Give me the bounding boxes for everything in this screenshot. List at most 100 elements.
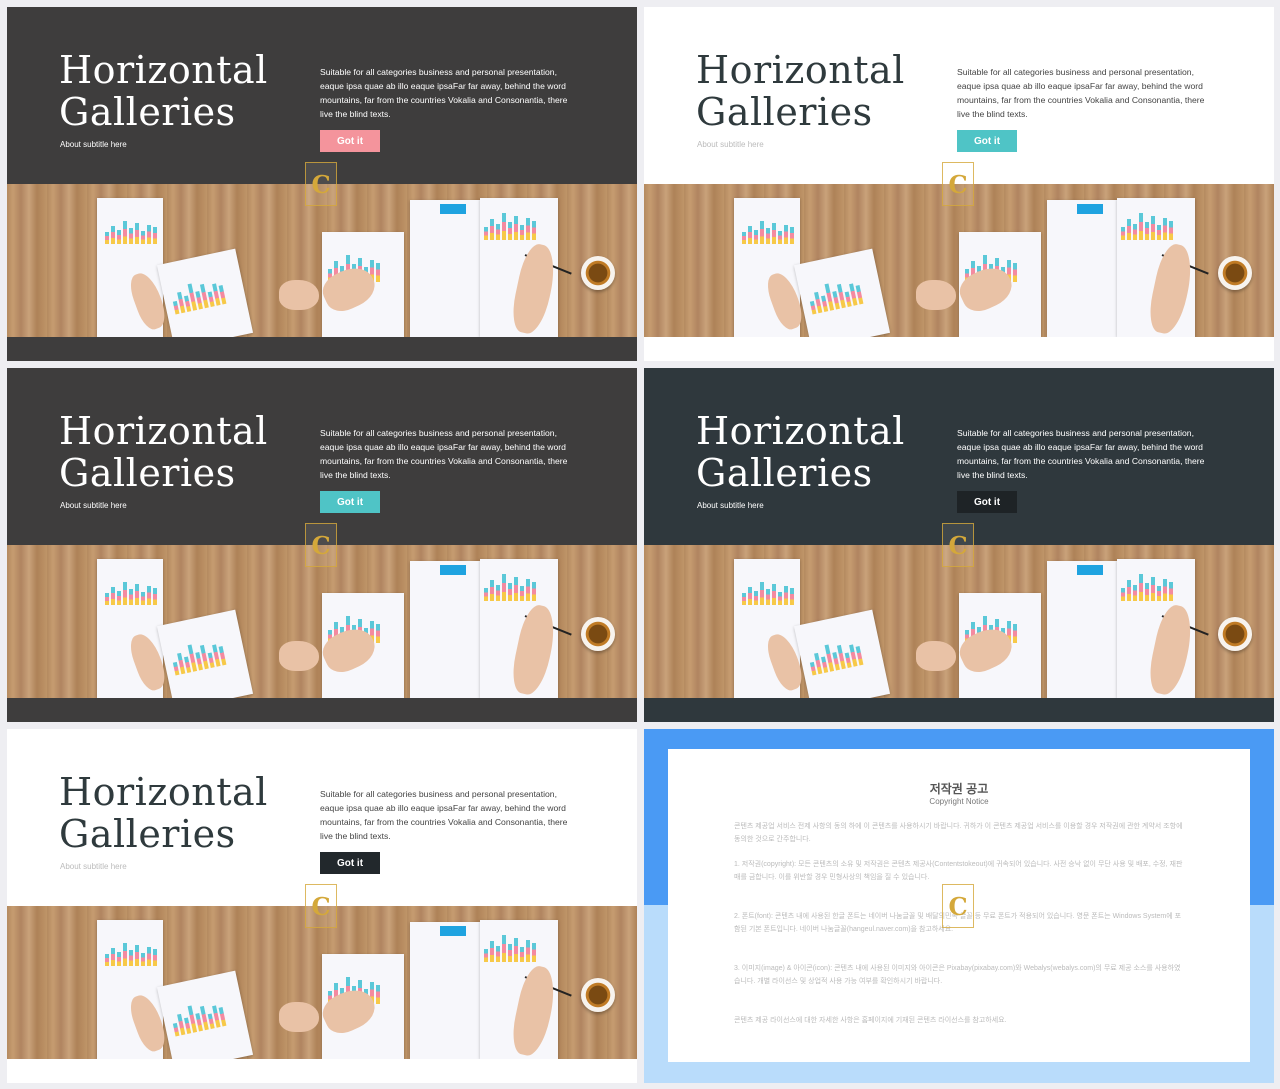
paper-bar — [1163, 217, 1167, 240]
paper-bar-chart — [484, 932, 536, 962]
paper-bar-chart — [484, 210, 536, 240]
paper-bar-chart — [105, 579, 157, 605]
slide-3[interactable]: Horizontal Galleries About subtitle here… — [7, 368, 637, 722]
slide-title-line1: Horizontal — [59, 48, 268, 92]
slide-title-line1: Horizontal — [59, 770, 268, 814]
gallery-photo — [644, 184, 1274, 337]
watermark-logo-icon: C — [305, 884, 337, 928]
paper-bar-chart — [742, 579, 794, 605]
paper-bar — [532, 942, 536, 962]
paper-bar — [376, 623, 380, 643]
paper-bar-chart — [1121, 571, 1173, 601]
paper-bar — [772, 584, 776, 605]
slide-title-line2: Galleries — [59, 451, 236, 495]
paper-bar — [153, 227, 157, 244]
slide-title-line2: Galleries — [59, 812, 236, 856]
paper-bar — [532, 220, 536, 240]
notice-paragraph-intro: 콘텐츠 제공업 서비스 전제 사항의 동의 하에 이 콘텐츠를 사용하시기 바랍… — [734, 823, 1183, 843]
hand-fist — [916, 641, 956, 671]
paper-bar — [111, 225, 115, 244]
paper-bar — [111, 586, 115, 605]
paper-bar — [778, 592, 782, 605]
paper-bar — [502, 213, 506, 240]
paper-bar — [502, 574, 506, 601]
slide-title: Horizontal Galleries — [696, 410, 905, 494]
paper-bar — [484, 948, 488, 962]
slide-subtitle: About subtitle here — [697, 140, 764, 149]
paper-bar — [496, 584, 500, 601]
watermark-logo-icon: C — [942, 523, 974, 567]
paper-bar — [766, 228, 770, 244]
slide-subtitle: About subtitle here — [60, 140, 127, 149]
notice-subtitle: Copyright Notice — [929, 797, 989, 806]
report-paper — [1047, 200, 1117, 337]
paper-bar — [790, 227, 794, 244]
report-header — [440, 926, 466, 936]
paper-bar — [1151, 577, 1155, 601]
gallery-photo — [7, 906, 637, 1059]
got-it-button[interactable]: Got it — [957, 491, 1017, 513]
slide-2[interactable]: Horizontal Galleries About subtitle here… — [644, 7, 1274, 361]
paper-bar — [1013, 623, 1017, 643]
notice-paragraph-image: 3. 이미지(image) & 아이콘(icon): 콘텐츠 내에 사용된 이미… — [734, 965, 1181, 985]
paper-bar — [135, 584, 139, 605]
got-it-button[interactable]: Got it — [957, 130, 1017, 152]
copyright-notice-slide[interactable]: 저작권 공고 Copyright Notice 콘텐츠 제공업 서비스 전제 사… — [644, 729, 1274, 1083]
paper-bar — [111, 947, 115, 966]
paper-bar — [520, 586, 524, 601]
paper-bar — [502, 935, 506, 962]
slide-bottom-band — [7, 337, 637, 361]
paper-bar — [748, 225, 752, 244]
paper-bar-chart — [169, 274, 227, 315]
coffee-cup — [581, 978, 615, 1012]
slide-description: Suitable for all categories business and… — [957, 67, 1205, 119]
paper-bar — [376, 262, 380, 282]
slide-5[interactable]: Horizontal Galleries About subtitle here… — [7, 729, 637, 1083]
paper-bar — [1127, 580, 1131, 601]
paper-bar — [135, 945, 139, 966]
paper-bar — [772, 223, 776, 244]
got-it-button[interactable]: Got it — [320, 852, 380, 874]
watermark-logo-icon: C — [942, 162, 974, 206]
got-it-button[interactable]: Got it — [320, 130, 380, 152]
paper-bar — [520, 225, 524, 240]
paper-bar — [754, 229, 758, 244]
slide-bottom-band — [7, 698, 637, 722]
paper-bar-chart — [169, 996, 227, 1037]
paper-bar — [754, 590, 758, 605]
paper-bar-chart — [742, 218, 794, 244]
gallery-photo — [7, 184, 637, 337]
paper-bar — [141, 231, 145, 244]
slide-4[interactable]: Horizontal Galleries About subtitle here… — [644, 368, 1274, 722]
paper-bar — [496, 223, 500, 240]
paper-bar — [1157, 586, 1161, 601]
paper-bar — [117, 590, 121, 605]
paper-bar — [508, 222, 512, 240]
paper-bar — [514, 216, 518, 240]
notice-paragraph-license: 콘텐츠 제공 라이선스에 대한 자세한 사항은 홈페이지에 기재된 콘텐츠 라이… — [734, 1017, 1007, 1024]
paper-bar — [760, 220, 764, 244]
slide-description: Suitable for all categories business and… — [320, 428, 568, 480]
paper-bar — [1139, 213, 1143, 240]
paper-bar — [1157, 225, 1161, 240]
paper-bar — [123, 942, 127, 966]
slide-subtitle: About subtitle here — [697, 501, 764, 510]
paper-bar — [742, 593, 746, 605]
chart-paper-2 — [156, 970, 254, 1059]
paper-bar — [1121, 587, 1125, 601]
paper-bar — [105, 954, 109, 966]
slide-title-line1: Horizontal — [59, 409, 268, 453]
slide-bottom-band — [644, 337, 1274, 361]
report-paper — [410, 200, 480, 337]
slide-1[interactable]: Horizontal Galleries About subtitle here… — [7, 7, 637, 361]
coffee-cup — [581, 256, 615, 290]
paper-bar — [117, 229, 121, 244]
slide-title-line1: Horizontal — [696, 48, 905, 92]
paper-bar — [490, 941, 494, 962]
report-header — [1077, 565, 1103, 575]
got-it-button[interactable]: Got it — [320, 491, 380, 513]
hand-fist — [279, 280, 319, 310]
paper-bar — [790, 588, 794, 605]
paper-bar — [117, 951, 121, 966]
paper-bar — [1127, 219, 1131, 240]
